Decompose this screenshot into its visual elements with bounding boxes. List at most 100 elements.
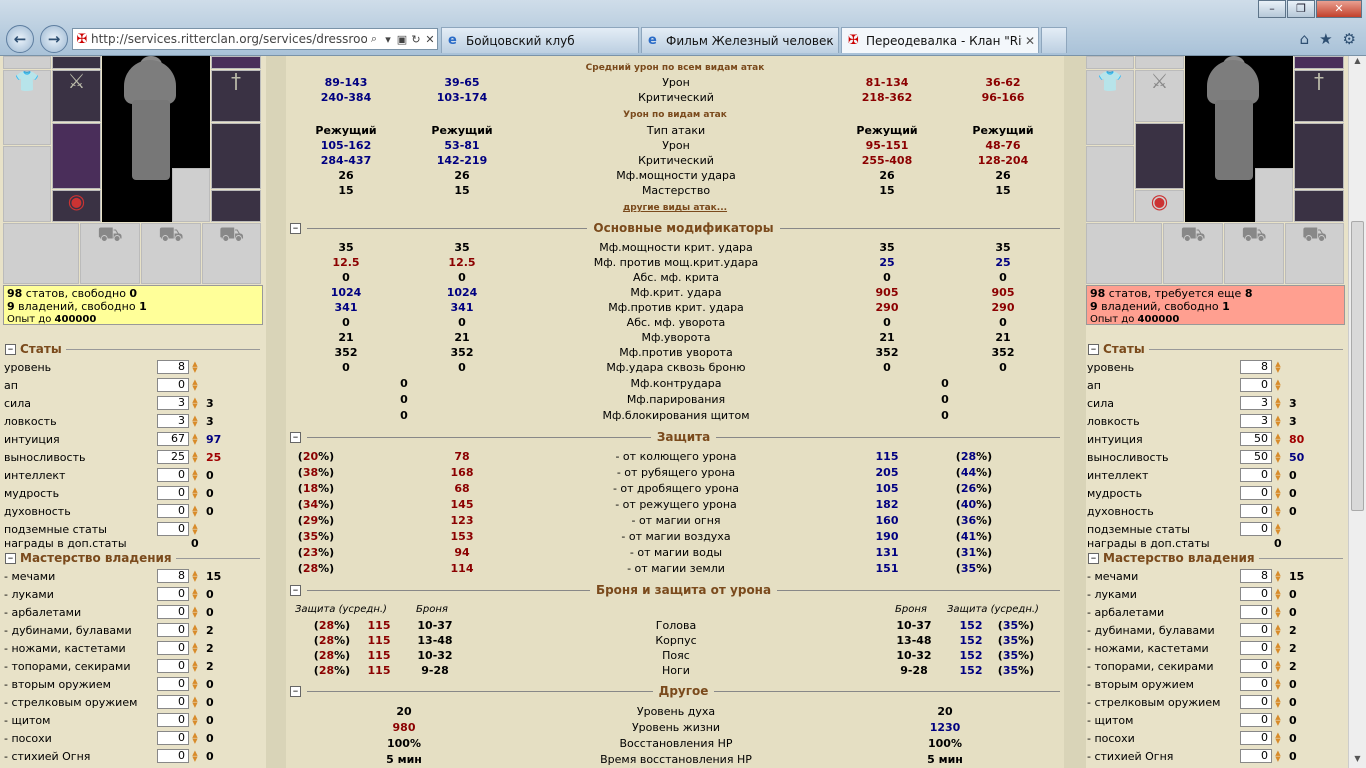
item-slot-belt[interactable]: ◉ — [1135, 190, 1184, 222]
stop-icon[interactable]: ✕ — [423, 33, 437, 46]
stat-stepper-icon[interactable]: ▲ ▼ — [190, 732, 200, 745]
defense-section-header[interactable]: – Защита — [290, 430, 1061, 444]
stat-input[interactable]: 0 — [157, 641, 189, 655]
stat-input[interactable]: 0 — [157, 504, 189, 518]
stat-input[interactable]: 0 — [1240, 713, 1272, 727]
stat-stepper-icon[interactable]: ▲ ▼ — [190, 606, 200, 619]
address-url[interactable]: http://services.ritterclan.org/services/… — [91, 32, 367, 46]
other-section-header[interactable]: – Другое — [290, 684, 1061, 698]
dropdown-icon[interactable]: ▾ — [381, 33, 395, 46]
stat-input[interactable]: 0 — [157, 695, 189, 709]
stat-stepper-icon[interactable]: ▲ ▼ — [190, 397, 200, 410]
item-slot-bag-3[interactable]: ⛟ — [202, 223, 261, 284]
stat-input[interactable]: 50 — [1240, 432, 1272, 446]
collapse-icon[interactable]: – — [1088, 552, 1099, 564]
collapse-icon[interactable]: – — [290, 685, 301, 697]
item-slot-ring[interactable] — [211, 56, 261, 69]
stat-stepper-icon[interactable]: ▲ ▼ — [190, 660, 200, 673]
item-slot-bag-3[interactable]: ⛟ — [1285, 223, 1344, 284]
home-icon[interactable]: ⌂ — [1300, 30, 1310, 48]
item-slot-pet[interactable] — [1255, 168, 1293, 222]
compat-icon[interactable]: ▣ — [395, 33, 409, 46]
stat-input[interactable]: 3 — [157, 414, 189, 428]
mods-section-header[interactable]: – Основные модификаторы — [290, 221, 1061, 235]
settings-gear-icon[interactable]: ⚙ — [1343, 30, 1356, 48]
item-slot-top[interactable] — [1135, 56, 1184, 69]
armor-section-header[interactable]: – Броня и защита от урона — [290, 583, 1061, 597]
maximize-button[interactable]: ❐ — [1287, 0, 1315, 18]
refresh-icon[interactable]: ↻ — [409, 33, 423, 46]
stat-stepper-icon[interactable]: ▲ ▼ — [1273, 624, 1283, 637]
stat-stepper-icon[interactable]: ▲ ▼ — [1273, 505, 1283, 518]
collapse-icon[interactable]: – — [290, 584, 301, 596]
favorites-star-icon[interactable]: ★ — [1319, 30, 1332, 48]
scroll-up-icon[interactable]: ▲ — [1349, 56, 1366, 70]
search-icon[interactable]: ⌕ — [367, 32, 381, 46]
stat-input[interactable]: 0 — [157, 677, 189, 691]
stat-stepper-icon[interactable]: ▲ ▼ — [190, 642, 200, 655]
tab-ironman[interactable]: e Фильм Железный человек с... — [641, 27, 839, 53]
stat-input[interactable]: 0 — [157, 623, 189, 637]
item-slot-boots[interactable] — [1294, 190, 1344, 222]
stat-stepper-icon[interactable]: ▲ ▼ — [1273, 570, 1283, 583]
stat-stepper-icon[interactable]: ▲ ▼ — [190, 678, 200, 691]
item-slot-top[interactable] — [52, 56, 101, 69]
stat-stepper-icon[interactable]: ▲ ▼ — [190, 415, 200, 428]
stat-stepper-icon[interactable]: ▲ ▼ — [1273, 660, 1283, 673]
stat-stepper-icon[interactable]: ▲ ▼ — [190, 361, 200, 374]
stat-stepper-icon[interactable]: ▲ ▼ — [190, 588, 200, 601]
item-slot-shirt[interactable]: 👕 — [1086, 70, 1134, 145]
collapse-icon[interactable]: – — [290, 431, 301, 443]
stat-input[interactable]: 0 — [1240, 659, 1272, 673]
item-slot-ring[interactable] — [1294, 56, 1344, 69]
stat-stepper-icon[interactable]: ▲ ▼ — [1273, 469, 1283, 482]
collapse-icon[interactable]: – — [1088, 343, 1099, 355]
stat-stepper-icon[interactable]: ▲ ▼ — [1273, 433, 1283, 446]
other-attacks-link[interactable]: другие виды атак... — [286, 203, 1064, 213]
item-slot-helmet[interactable] — [3, 56, 51, 69]
item-slot-bag-1[interactable]: ⛟ — [80, 223, 140, 284]
stat-stepper-icon[interactable]: ▲ ▼ — [1273, 361, 1283, 374]
close-window-button[interactable]: ✕ — [1316, 0, 1362, 18]
stat-stepper-icon[interactable]: ▲ ▼ — [1273, 588, 1283, 601]
stat-input[interactable]: 50 — [1240, 450, 1272, 464]
stat-stepper-icon[interactable]: ▲ ▼ — [190, 714, 200, 727]
stat-stepper-icon[interactable]: ▲ ▼ — [1273, 750, 1283, 763]
item-slot-cloak[interactable] — [3, 146, 51, 222]
stat-stepper-icon[interactable]: ▲ ▼ — [1273, 678, 1283, 691]
tab-fightclub[interactable]: e Бойцовский клуб — [441, 27, 639, 53]
stat-input[interactable]: 0 — [157, 731, 189, 745]
stat-input[interactable]: 0 — [1240, 587, 1272, 601]
item-slot-weapon[interactable]: ⚔ — [52, 70, 101, 122]
stat-input[interactable]: 0 — [1240, 605, 1272, 619]
vertical-scrollbar[interactable]: ▲ ▼ — [1348, 56, 1366, 768]
stat-input[interactable]: 67 — [157, 432, 189, 446]
collapse-icon[interactable]: – — [290, 222, 301, 234]
item-slot-armor[interactable] — [52, 123, 101, 189]
stat-stepper-icon[interactable]: ▲ ▼ — [190, 505, 200, 518]
stat-stepper-icon[interactable]: ▲ ▼ — [190, 624, 200, 637]
forward-button[interactable]: → — [40, 25, 68, 53]
stat-stepper-icon[interactable]: ▲ ▼ — [1273, 451, 1283, 464]
stat-input[interactable]: 0 — [1240, 695, 1272, 709]
tab-dressroom[interactable]: ✠ Переодевалка - Клан "Ritt... ✕ — [841, 27, 1039, 53]
stat-input[interactable]: 8 — [1240, 569, 1272, 583]
item-slot-shirt[interactable]: 👕 — [3, 70, 51, 145]
stat-stepper-icon[interactable]: ▲ ▼ — [1273, 606, 1283, 619]
stats-section-header[interactable]: – Статы — [1088, 342, 1343, 356]
minimize-button[interactable]: – — [1258, 0, 1286, 18]
stat-stepper-icon[interactable]: ▲ ▼ — [1273, 487, 1283, 500]
stat-input[interactable]: 0 — [1240, 486, 1272, 500]
stat-input[interactable]: 3 — [157, 396, 189, 410]
item-slot-bag-2[interactable]: ⛟ — [141, 223, 201, 284]
stat-input[interactable]: 0 — [157, 378, 189, 392]
stat-stepper-icon[interactable]: ▲ ▼ — [190, 750, 200, 763]
stat-stepper-icon[interactable]: ▲ ▼ — [1273, 379, 1283, 392]
stat-input[interactable]: 0 — [1240, 378, 1272, 392]
stat-input[interactable]: 8 — [157, 569, 189, 583]
stat-input[interactable]: 8 — [157, 360, 189, 374]
item-slot-boots[interactable] — [211, 190, 261, 222]
stat-stepper-icon[interactable]: ▲ ▼ — [1273, 696, 1283, 709]
item-slot-pants[interactable] — [211, 123, 261, 189]
stat-input[interactable]: 3 — [1240, 396, 1272, 410]
